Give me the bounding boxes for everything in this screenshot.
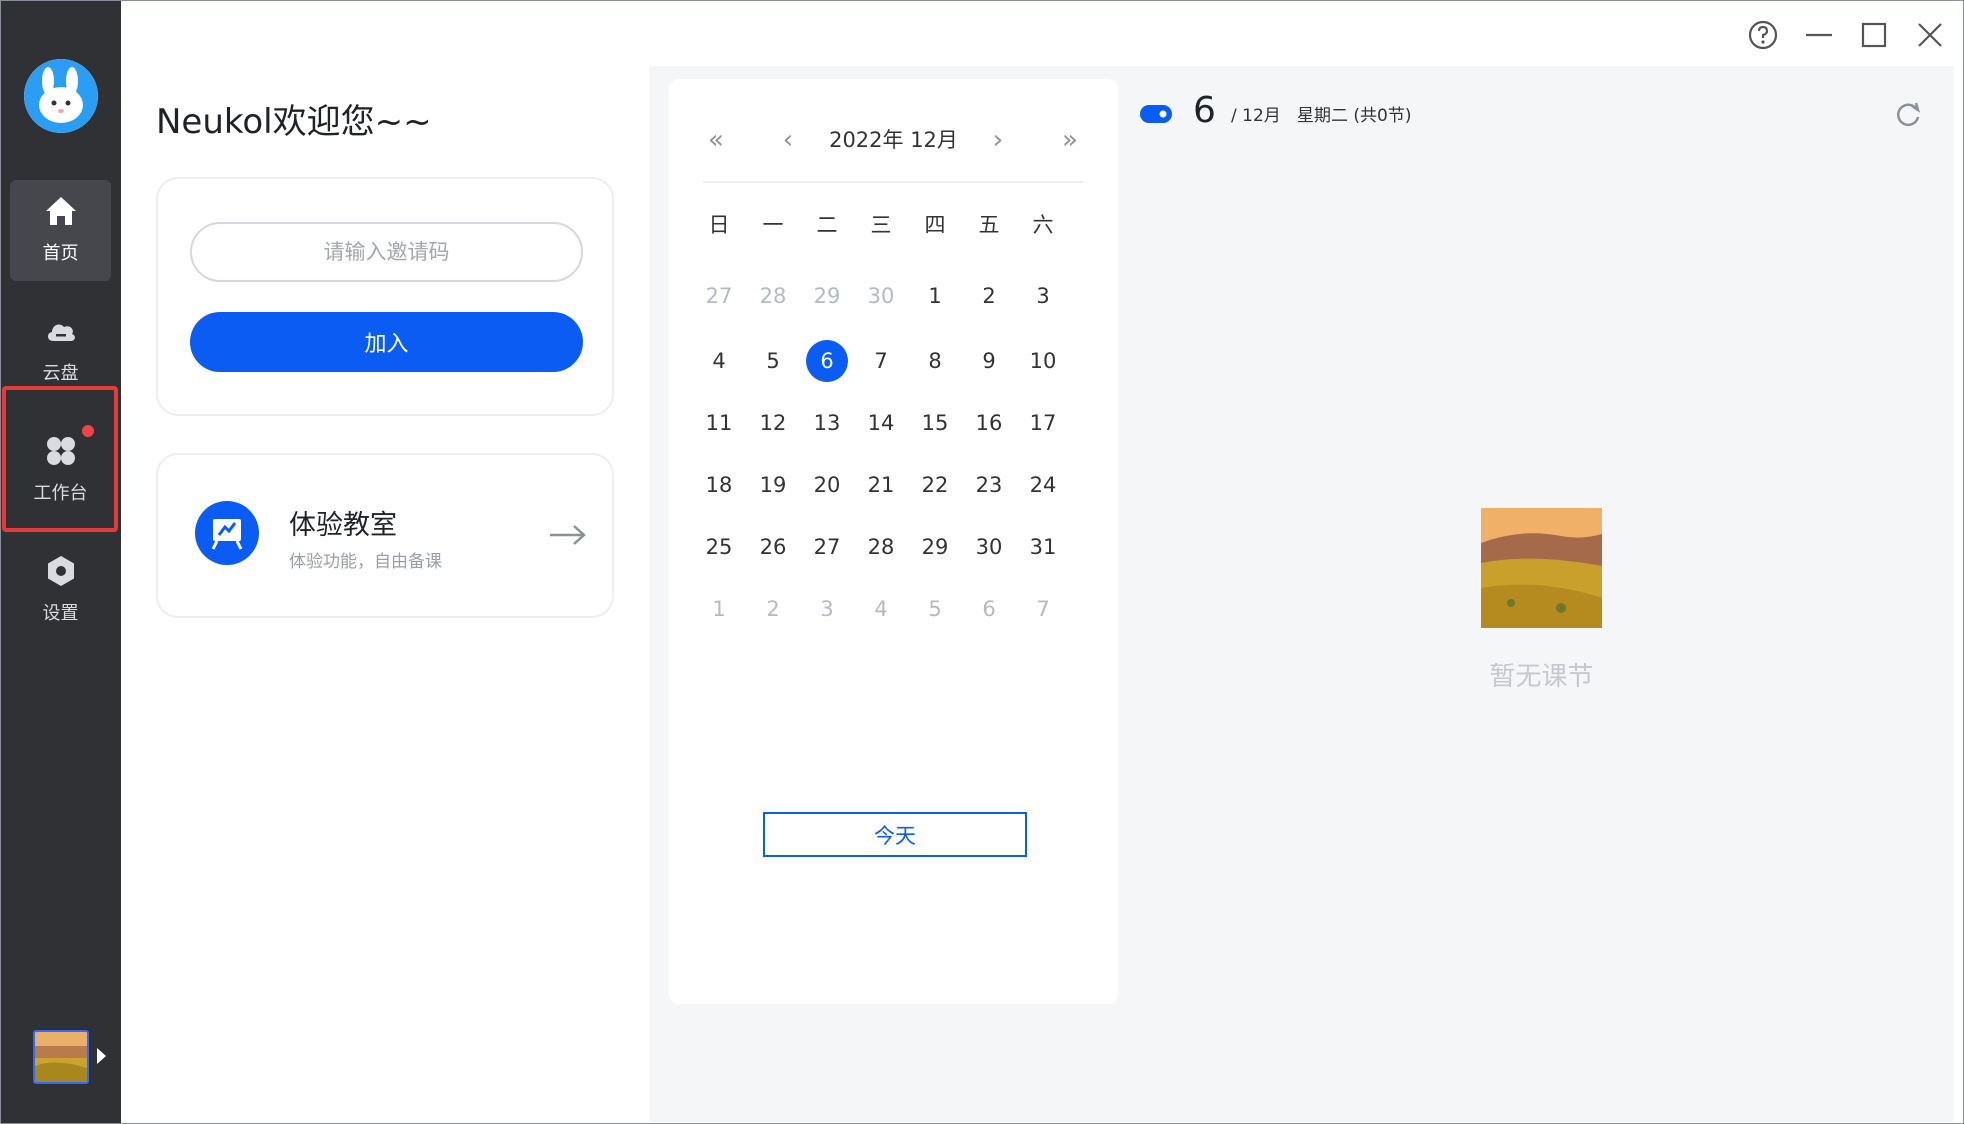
sidebar-item-home[interactable]: 首页 <box>10 180 111 281</box>
sidebar-item-label: 设置 <box>42 603 79 624</box>
calendar-day[interactable]: 16 <box>968 402 1010 444</box>
minimize-icon[interactable] <box>1802 18 1836 52</box>
calendar-day[interactable]: 14 <box>860 402 902 444</box>
calendar-day[interactable]: 12 <box>752 402 794 444</box>
calendar-day[interactable]: 20 <box>806 464 848 506</box>
calendar-day[interactable]: 2 <box>968 275 1010 317</box>
calendar-day[interactable]: 7 <box>1022 588 1064 630</box>
weekday-label: 日 <box>708 213 730 237</box>
calendar-day[interactable]: 28 <box>752 275 794 317</box>
calendar-day[interactable]: 25 <box>698 526 740 568</box>
today-button[interactable]: 今天 <box>763 812 1027 857</box>
calendar-day[interactable]: 7 <box>860 340 902 382</box>
user-avatar[interactable] <box>24 59 98 133</box>
calendar-day[interactable]: 9 <box>968 340 1010 382</box>
calendar-day[interactable]: 27 <box>806 526 848 568</box>
weekday-label: 二 <box>816 213 838 237</box>
tag-icon <box>1140 105 1172 123</box>
calendar-header: 2022年 12月 « ‹ › » <box>669 120 1118 160</box>
workbench-icon <box>47 437 75 465</box>
calendar-day[interactable]: 6 <box>806 340 848 382</box>
calendar-day[interactable]: 29 <box>914 526 956 568</box>
calendar-day[interactable]: 15 <box>914 402 956 444</box>
invite-card: 加入 <box>156 177 614 416</box>
sidebar-item-label: 首页 <box>42 243 79 264</box>
calendar-day[interactable]: 24 <box>1022 464 1064 506</box>
prev-year-icon[interactable]: « <box>701 120 731 160</box>
calendar-day[interactable]: 17 <box>1022 402 1064 444</box>
calendar-day[interactable]: 1 <box>698 588 740 630</box>
calendar-day[interactable]: 19 <box>752 464 794 506</box>
calendar-day[interactable]: 31 <box>1022 526 1064 568</box>
weekday-label: 三 <box>870 213 892 237</box>
calendar-day[interactable]: 27 <box>698 275 740 317</box>
sidebar: 首页 云盘 工作台 设置 <box>0 0 121 1124</box>
weekday-label: 一 <box>762 213 784 237</box>
refresh-icon[interactable] <box>1893 100 1923 130</box>
sidebar-item-label: 工作台 <box>33 483 88 504</box>
arrow-right-icon <box>550 525 586 545</box>
calendar-day[interactable]: 30 <box>860 275 902 317</box>
calendar-day[interactable]: 11 <box>698 402 740 444</box>
calendar-day[interactable]: 30 <box>968 526 1010 568</box>
calendar-day[interactable]: 21 <box>860 464 902 506</box>
app-window: 首页 云盘 工作台 设置 Neukol欢迎您~~ 请输入邀请码 加入 体验教室 … <box>0 0 1964 1124</box>
weekday-label: 五 <box>978 213 1000 237</box>
selected-weekday: 星期二 (共0节) <box>1297 106 1412 126</box>
calendar-day[interactable]: 6 <box>968 588 1010 630</box>
calendar-day[interactable]: 3 <box>806 588 848 630</box>
maximize-icon[interactable] <box>1857 18 1891 52</box>
next-year-icon[interactable]: » <box>1055 120 1085 160</box>
calendar-day[interactable]: 3 <box>1022 275 1064 317</box>
calendar-day[interactable]: 10 <box>1022 340 1064 382</box>
join-button[interactable]: 加入 <box>190 312 583 372</box>
calendar-divider <box>703 181 1083 183</box>
calendar-month-label: 2022年 12月 <box>829 128 958 152</box>
invite-code-input[interactable] <box>190 222 583 282</box>
sidebar-item-workbench[interactable]: 工作台 <box>10 420 111 521</box>
help-icon[interactable] <box>1746 18 1780 52</box>
calendar-panel: 2022年 12月 « ‹ › » 日一二三四五六 27 28 29 30 1 2 3 4 5 6… <box>669 79 1118 1004</box>
calendar-day[interactable]: 4 <box>860 588 902 630</box>
home-icon <box>46 197 76 225</box>
calendar-day[interactable]: 8 <box>914 340 956 382</box>
weekday-label: 四 <box>924 213 946 237</box>
calendar-day[interactable]: 13 <box>806 402 848 444</box>
trial-title: 体验教室 <box>289 510 397 541</box>
calendar-day[interactable]: 5 <box>752 340 794 382</box>
calendar-day[interactable]: 29 <box>806 275 848 317</box>
settings-icon <box>48 556 74 586</box>
next-month-icon[interactable]: › <box>983 120 1013 160</box>
calendar-day[interactable]: 2 <box>752 588 794 630</box>
welcome-title: Neukol欢迎您~~ <box>156 102 432 142</box>
selected-month: / 12月 <box>1231 106 1281 126</box>
weekday-label: 六 <box>1032 213 1054 237</box>
notification-badge <box>82 425 94 437</box>
calendar-day[interactable]: 4 <box>698 340 740 382</box>
profile-thumbnail[interactable] <box>33 1030 89 1084</box>
trial-classroom-card[interactable]: 体验教室 体验功能，自由备课 <box>156 453 614 618</box>
calendar-day[interactable]: 22 <box>914 464 956 506</box>
empty-state-text: 暂无课节 <box>1489 662 1594 692</box>
home-panel: Neukol欢迎您~~ 加入 体验教室 体验功能，自由备课 <box>121 0 649 1124</box>
close-icon[interactable] <box>1913 18 1947 52</box>
calendar-day[interactable]: 5 <box>914 588 956 630</box>
calendar-day[interactable]: 23 <box>968 464 1010 506</box>
selected-day-number: 6 <box>1193 90 1216 131</box>
cloud-icon <box>47 324 75 341</box>
sidebar-item-label: 云盘 <box>42 363 79 384</box>
calendar-day[interactable]: 28 <box>860 526 902 568</box>
sidebar-item-settings[interactable]: 设置 <box>10 540 111 641</box>
prev-month-icon[interactable]: ‹ <box>773 120 803 160</box>
trial-subtitle: 体验功能，自由备课 <box>289 552 442 572</box>
expand-arrow-icon[interactable] <box>97 1048 106 1064</box>
classroom-icon <box>195 501 259 565</box>
calendar-day[interactable]: 18 <box>698 464 740 506</box>
empty-illustration <box>1481 508 1602 628</box>
calendar-day[interactable]: 1 <box>914 275 956 317</box>
calendar-day[interactable]: 26 <box>752 526 794 568</box>
